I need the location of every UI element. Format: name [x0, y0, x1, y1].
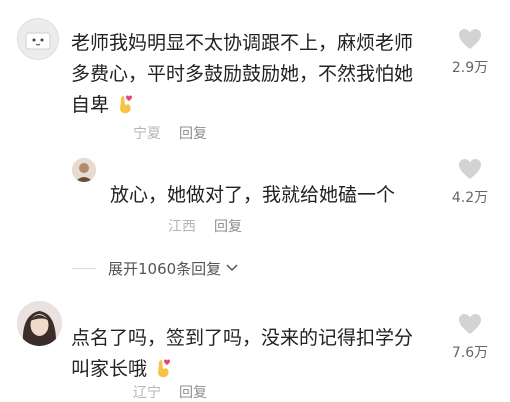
- comment-line: 自卑: [71, 90, 441, 125]
- like-count: 4.2万: [451, 190, 489, 206]
- location-label: 宁夏: [133, 126, 161, 142]
- heart-outline-icon: [459, 314, 481, 334]
- like-button[interactable]: 2.9万: [440, 27, 500, 77]
- like-button[interactable]: 4.2万: [440, 157, 500, 207]
- chevron-down-icon: [226, 264, 238, 272]
- comment-line: 老师我妈明显不太协调跟不上，麻烦老师: [71, 32, 414, 54]
- location-label: 辽宁: [133, 385, 161, 401]
- comment-line: 多费心，平时多鼓励鼓励她，不然我怕她: [71, 63, 414, 85]
- like-count: 7.6万: [451, 345, 489, 361]
- comment-line: 放心，她做对了，我就给她磕一个: [110, 184, 396, 206]
- finger-heart-emoji: [115, 93, 135, 125]
- comment-line: 叫家长哦: [71, 354, 441, 389]
- heart-outline-icon: [459, 159, 481, 179]
- comment-meta: 辽宁 回复: [133, 382, 207, 402]
- comment-meta: 江西 回复: [168, 216, 242, 236]
- avatar[interactable]: [17, 301, 62, 346]
- divider: [72, 268, 96, 269]
- reply-button[interactable]: 回复: [214, 216, 242, 236]
- reply-button[interactable]: 回复: [179, 382, 207, 402]
- comment-line: 点名了吗，签到了吗，没来的记得扣学分: [71, 327, 414, 349]
- expand-replies-button[interactable]: 展开1060条回复: [108, 258, 238, 279]
- comment-meta: 宁夏 回复: [133, 123, 207, 143]
- comment-text: 点名了吗，签到了吗，没来的记得扣学分 叫家长哦: [71, 323, 441, 389]
- avatar[interactable]: [17, 18, 59, 60]
- avatar[interactable]: [72, 158, 96, 182]
- expand-replies-label: 展开1060条回复: [108, 260, 222, 278]
- like-button[interactable]: 7.6万: [440, 312, 500, 362]
- comment-text: 老师我妈明显不太协调跟不上，麻烦老师 多费心，平时多鼓励鼓励她，不然我怕她 自卑: [71, 28, 441, 125]
- reply-button[interactable]: 回复: [179, 123, 207, 143]
- comment-text: 放心，她做对了，我就给她磕一个: [110, 180, 430, 211]
- location-label: 江西: [168, 219, 196, 235]
- like-count: 2.9万: [451, 60, 489, 76]
- heart-outline-icon: [459, 29, 481, 49]
